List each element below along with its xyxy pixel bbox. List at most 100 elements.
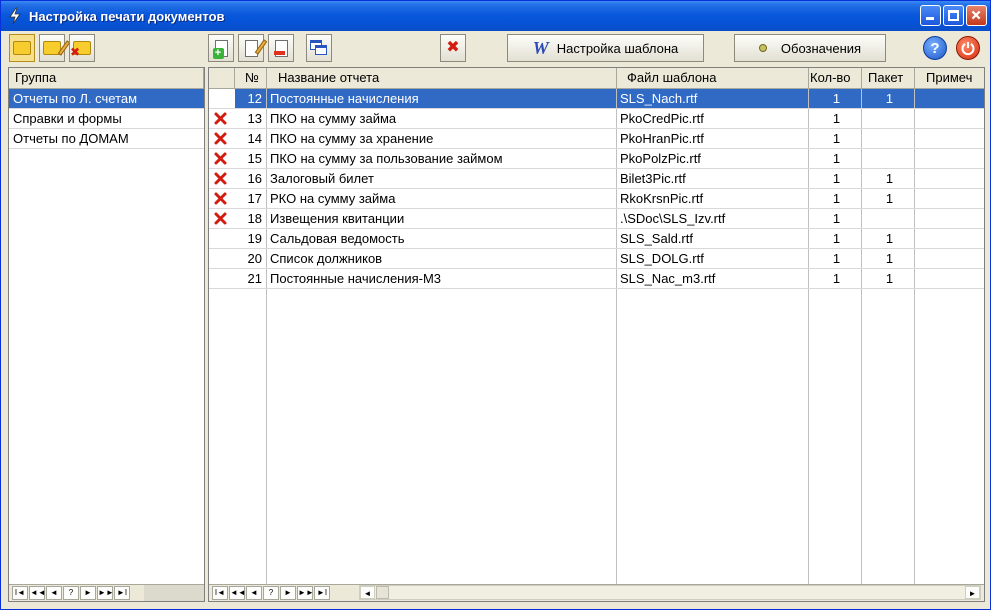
group-label: Справки и формы [13,111,122,126]
scroll-thumb[interactable] [376,586,389,599]
report-num: 13 [247,111,262,126]
report-name: Постоянные начисления-М3 [270,271,442,286]
report-row[interactable]: 18 Извещения квитанции .\SDoc\SLS_Izv.rtf 1 [209,209,984,229]
template-settings-button[interactable]: W Настройка шаблона [507,34,704,62]
report-batch: 1 [885,171,894,186]
report-file: SLS_Nach.rtf [617,89,808,108]
batch-column-header[interactable]: Пакет [862,68,915,89]
edit-group-button[interactable] [39,34,71,62]
group-row[interactable]: Справки и формы [9,109,204,129]
reports-nav-button[interactable]: ◄ [246,586,262,600]
report-row[interactable]: 15 ПКО на сумму за пользование займом PkoP… [209,149,984,169]
file-column-header[interactable]: Файл шаблона [617,68,809,89]
report-row[interactable]: 19 Сальдовая ведомость SLS_Sald.rtf 1 1 [209,229,984,249]
groups-nav-button[interactable]: ? [63,586,79,600]
report-batch [862,209,914,228]
report-file: PkoPolzPic.rtf [620,151,701,166]
report-row[interactable]: 21 Постоянные начисления-М3 SLS_Nac_m3.rtf… [209,269,984,289]
report-row[interactable]: 13 ПКО на сумму займа PkoCredPic.rtf 1 [209,109,984,129]
group-label: Отчеты по Л. счетам [13,91,138,106]
note-column-header[interactable]: Примеч [915,68,984,89]
groups-nav-button[interactable]: ◄ [46,586,62,600]
edit-report-button[interactable] [238,34,267,62]
report-count: 1 [832,131,841,146]
delete-mark-icon [209,209,235,228]
report-name: Постоянные начисления [267,89,616,108]
close-button[interactable] [966,5,987,26]
report-row[interactable]: 16 Залоговый билет Bilet3Pic.rtf 1 1 [209,169,984,189]
report-batch [862,109,914,128]
folder-delete-icon: ✖ [70,41,91,59]
minimize-button[interactable] [920,5,941,26]
legend-button[interactable]: Обозначения [734,34,886,62]
report-batch [862,129,914,148]
report-name: РКО на сумму займа [270,191,396,206]
report-num: 18 [247,211,262,226]
report-count: 1 [809,89,861,108]
delete-report-button[interactable] [268,34,294,62]
word-icon: W [532,37,549,58]
add-group-button[interactable] [9,34,35,62]
scroll-left-arrow[interactable]: ◄ [360,586,375,599]
groups-panel: Группа Отчеты по Л. счетам Справки и форм… [8,67,205,602]
report-batch: 1 [885,191,894,206]
reports-nav-button[interactable]: ? [263,586,279,600]
groups-nav-button[interactable]: ►I [114,586,130,600]
report-row[interactable]: 17 РКО на сумму займа RkoKrsnPic.rtf 1 1 [209,189,984,209]
report-note [915,149,984,168]
reports-nav-button[interactable]: ► [280,586,296,600]
reports-navigator: I◄ ◄◄ ◄? ► ►► ►I ◄ ► [209,584,984,601]
num-column-header[interactable]: № [235,68,267,89]
folder-add-icon [13,41,31,55]
report-row[interactable]: 12 Постоянные начисления SLS_Nach.rtf 1 1 [209,89,984,109]
group-row[interactable]: Отчеты по Л. счетам [9,89,204,109]
report-num: 15 [247,151,262,166]
report-note [915,249,984,268]
exit-button[interactable] [956,36,980,60]
report-file: .\SDoc\SLS_Izv.rtf [620,211,726,226]
group-row[interactable]: Отчеты по ДОМАМ [9,129,204,149]
windows-button[interactable] [306,34,332,62]
reports-nav-button[interactable]: ◄◄ [229,586,246,600]
horizontal-scrollbar[interactable]: ◄ ► [359,585,981,600]
report-file: RkoKrsnPic.rtf [620,191,704,206]
report-count: 1 [832,171,841,186]
reports-nav-button[interactable]: ►► [297,586,314,600]
maximize-button[interactable] [943,5,964,26]
delete-mark-icon [209,109,235,128]
add-report-button[interactable]: + [208,34,234,62]
legend-icon [758,44,767,52]
groups-navigator: I◄ ◄◄ ◄? ► ►► ►I [9,584,204,601]
help-button[interactable]: ? [923,36,947,60]
marker-cell [209,249,235,268]
main-window: Настройка печати документов ✖ + ✖ W Наст… [0,0,991,610]
reports-nav-button[interactable]: ►I [314,586,330,600]
groups-nav-button[interactable]: ►► [97,586,114,600]
reports-panel: № Название отчета Файл шаблона Кол-во Па… [208,67,985,602]
marker-cell [209,89,235,108]
report-row[interactable]: 14 ПКО на сумму за хранение PkoHranPic.rtf… [209,129,984,149]
groups-nav-button[interactable]: ◄◄ [29,586,46,600]
report-note [915,269,984,288]
report-batch: 1 [885,231,894,246]
report-file: SLS_DOLG.rtf [620,251,704,266]
scroll-right-arrow[interactable]: ► [965,586,980,599]
name-column-header[interactable]: Название отчета [267,68,617,89]
maximize-icon [948,10,959,21]
title-bar[interactable]: Настройка печати документов [1,1,990,31]
groups-header[interactable]: Группа [9,68,204,89]
report-batch: 1 [885,251,894,266]
mark-delete-button[interactable]: ✖ [440,34,466,62]
delete-group-button[interactable]: ✖ [69,34,95,62]
marker-column-header[interactable] [209,68,235,89]
report-count: 1 [832,111,841,126]
delete-mark-icon [209,169,235,188]
report-row[interactable]: 20 Список должников SLS_DOLG.rtf 1 1 [209,249,984,269]
window-title: Настройка печати документов [29,8,225,24]
report-num: 21 [247,271,262,286]
reports-nav-button[interactable]: I◄ [212,586,228,600]
groups-nav-button[interactable]: I◄ [12,586,28,600]
groups-nav-button[interactable]: ► [80,586,96,600]
report-count: 1 [832,251,841,266]
count-column-header[interactable]: Кол-во [809,68,862,89]
